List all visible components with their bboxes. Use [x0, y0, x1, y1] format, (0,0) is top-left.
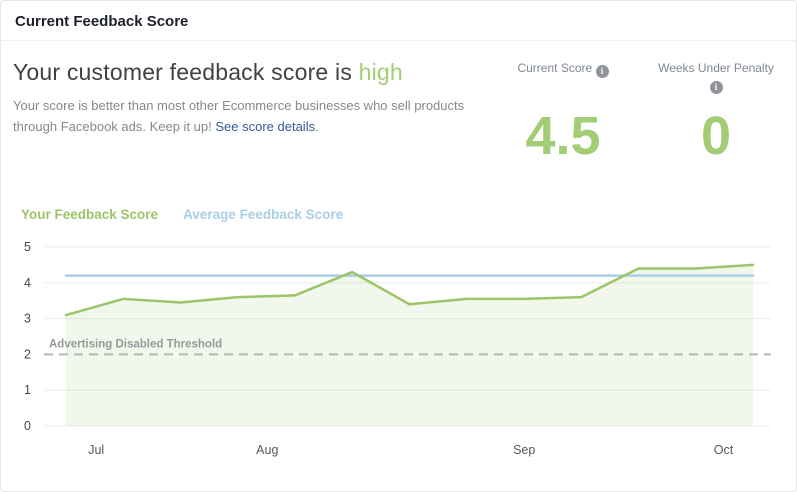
- current-score-stat: Current Score i 4.5: [489, 60, 637, 163]
- weeks-under-penalty-label: Weeks Under Penalty: [658, 61, 774, 75]
- y-axis-tick-label: 4: [24, 276, 31, 290]
- headline-text: Your customer feedback score is: [13, 59, 359, 85]
- x-axis-tick-label: Sep: [513, 443, 535, 457]
- threshold-label: Advertising Disabled Threshold: [49, 338, 222, 350]
- info-icon[interactable]: i: [596, 65, 609, 78]
- weeks-under-penalty-label-area: Weeks Under Penalty i: [641, 60, 791, 109]
- y-axis-tick-label: 3: [24, 312, 31, 326]
- legend-average-feedback-score[interactable]: Average Feedback Score: [183, 207, 343, 222]
- feedback-score-card: Current Feedback Score Your customer fee…: [0, 0, 797, 492]
- x-axis-tick-label: Oct: [714, 443, 734, 457]
- current-score-label-area: Current Score i: [489, 60, 637, 109]
- score-description: Your score is better than most other Eco…: [13, 95, 475, 137]
- x-axis-tick-label: Jul: [88, 443, 104, 457]
- card-title: Current Feedback Score: [15, 13, 188, 30]
- feedback-score-chart: Advertising Disabled Threshold 0 1 2 3 4 5 Jul A…: [1, 237, 797, 477]
- legend-your-feedback-score[interactable]: Your Feedback Score: [21, 207, 158, 222]
- x-axis-tick-label: Aug: [256, 443, 278, 457]
- see-score-details-link[interactable]: See score details: [215, 119, 315, 134]
- card-header: Current Feedback Score: [1, 1, 796, 41]
- chart-legend: Your Feedback Score Average Feedback Sco…: [21, 207, 368, 222]
- score-headline: Your customer feedback score is high: [13, 59, 403, 86]
- y-axis-tick-label: 5: [24, 240, 31, 254]
- weeks-under-penalty-stat: Weeks Under Penalty i 0: [641, 60, 791, 163]
- y-axis-tick-label: 2: [24, 347, 31, 361]
- y-axis-tick-label: 1: [24, 383, 31, 397]
- info-icon[interactable]: i: [710, 81, 723, 94]
- headline-highlight: high: [359, 59, 403, 85]
- y-axis-tick-label: 0: [24, 419, 31, 433]
- current-score-label: Current Score: [517, 61, 592, 75]
- current-score-value: 4.5: [489, 109, 637, 163]
- weeks-under-penalty-value: 0: [641, 109, 791, 163]
- description-period: .: [315, 119, 319, 134]
